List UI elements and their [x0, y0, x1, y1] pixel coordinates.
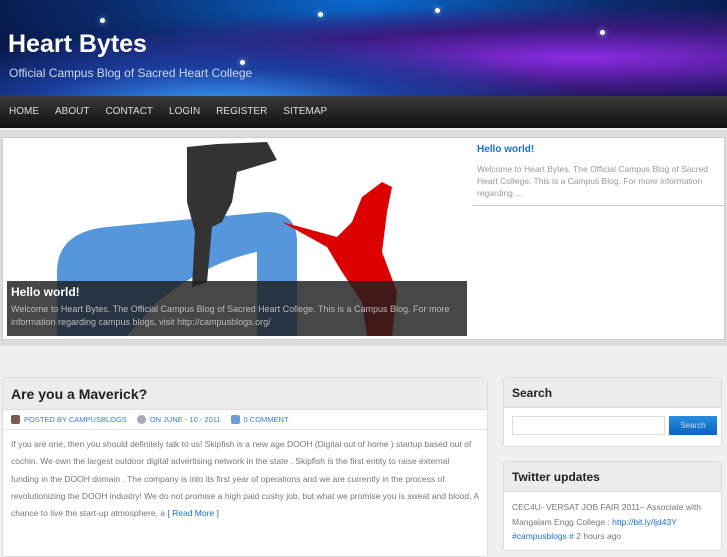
author-icon: [11, 415, 20, 424]
post-excerpt: If you are one, then you should definite…: [3, 430, 487, 528]
post-body: If you are one, then you should definite…: [11, 439, 479, 519]
post-title[interactable]: Are you a Maverick?: [3, 378, 487, 410]
search-widget: Search Search: [503, 377, 722, 447]
main-nav: HOME ABOUT CONTACT LOGIN REGISTER SITEMA…: [0, 96, 727, 128]
tweet-time: 2 hours ago: [573, 531, 622, 541]
nav-about[interactable]: ABOUT: [47, 96, 97, 128]
light-decoration: [435, 8, 440, 13]
nav-contact[interactable]: CONTACT: [97, 96, 161, 128]
tweet-link[interactable]: http://bit.ly/ljd43Y: [612, 517, 677, 527]
slide-thumb-text: Welcome to Heart Bytes. The Official Cam…: [477, 164, 709, 198]
slide-thumb-title[interactable]: Hello world!: [477, 144, 721, 155]
search-input[interactable]: [512, 416, 665, 435]
light-decoration: [100, 18, 105, 23]
light-decoration: [318, 12, 323, 17]
featured-image[interactable]: Hello world! Welcome to Heart Bytes. The…: [7, 142, 467, 336]
nav-home[interactable]: HOME: [1, 96, 47, 128]
light-decoration: [600, 30, 605, 35]
search-widget-title: Search: [504, 378, 721, 408]
read-more-link[interactable]: [ Read More ]: [167, 508, 219, 518]
site-header: Heart Bytes Official Campus Blog of Sacr…: [0, 0, 727, 96]
post-meta: POSTED BY CAMPUSBLOGS ON JUNE - 10 - 201…: [3, 410, 487, 430]
featured-box: Hello world! Welcome to Heart Bytes. The…: [2, 137, 725, 340]
nav-sitemap[interactable]: SITEMAP: [275, 96, 335, 128]
tweet-hashtag[interactable]: #campusblogs #: [512, 531, 574, 541]
caption-text: Welcome to Heart Bytes. The Official Cam…: [11, 304, 450, 327]
post-date: ON JUNE - 10 - 2011: [149, 415, 221, 424]
featured-slider: Hello world! Welcome to Heart Bytes. The…: [0, 130, 727, 346]
slide-caption: Hello world! Welcome to Heart Bytes. The…: [7, 281, 467, 336]
nav-login[interactable]: LOGIN: [161, 96, 208, 128]
site-tagline: Official Campus Blog of Sacred Heart Col…: [9, 66, 253, 80]
site-title[interactable]: Heart Bytes: [8, 30, 147, 59]
post-author[interactable]: POSTED BY CAMPUSBLOGS: [24, 415, 127, 424]
search-button[interactable]: Search: [669, 416, 717, 435]
caption-title[interactable]: Hello world!: [11, 285, 463, 299]
clock-icon: [136, 415, 146, 424]
comment-icon: [230, 415, 240, 424]
slide-thumb-item[interactable]: Hello world! Welcome to Heart Bytes. The…: [473, 138, 725, 206]
post-card: Are you a Maverick? POSTED BY CAMPUSBLOG…: [2, 377, 488, 557]
post-comments[interactable]: 0 COMMENT: [244, 415, 289, 424]
nav-register[interactable]: REGISTER: [208, 96, 275, 128]
tweet: CEC4U- VERSAT JOB FAIR 2011– Associate w…: [504, 492, 721, 552]
light-decoration: [240, 60, 245, 65]
twitter-widget-title: Twitter updates: [504, 462, 721, 492]
twitter-widget: Twitter updates CEC4U- VERSAT JOB FAIR 2…: [503, 461, 722, 551]
